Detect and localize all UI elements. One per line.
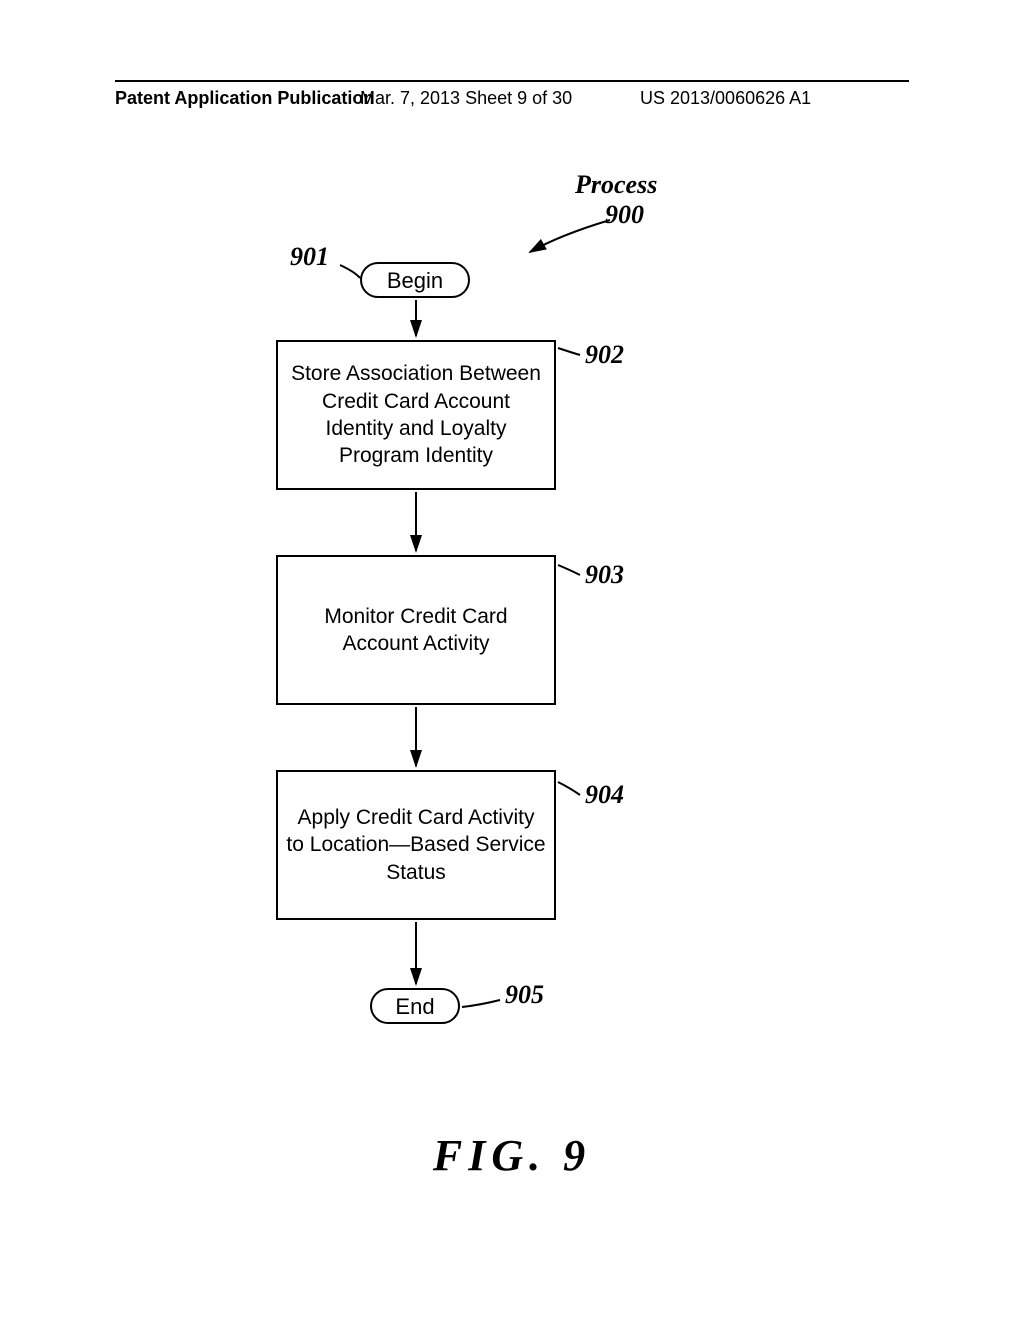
figure-caption: FIG. 9	[0, 1130, 1024, 1181]
header-rule	[115, 80, 909, 82]
flow-svg	[0, 160, 1024, 1060]
header-date-sheet: Mar. 7, 2013 Sheet 9 of 30	[360, 88, 572, 109]
page: Patent Application Publication Mar. 7, 2…	[0, 0, 1024, 1320]
header-publication: Patent Application Publication	[115, 88, 374, 109]
header-pubnumber: US 2013/0060626 A1	[640, 88, 811, 109]
